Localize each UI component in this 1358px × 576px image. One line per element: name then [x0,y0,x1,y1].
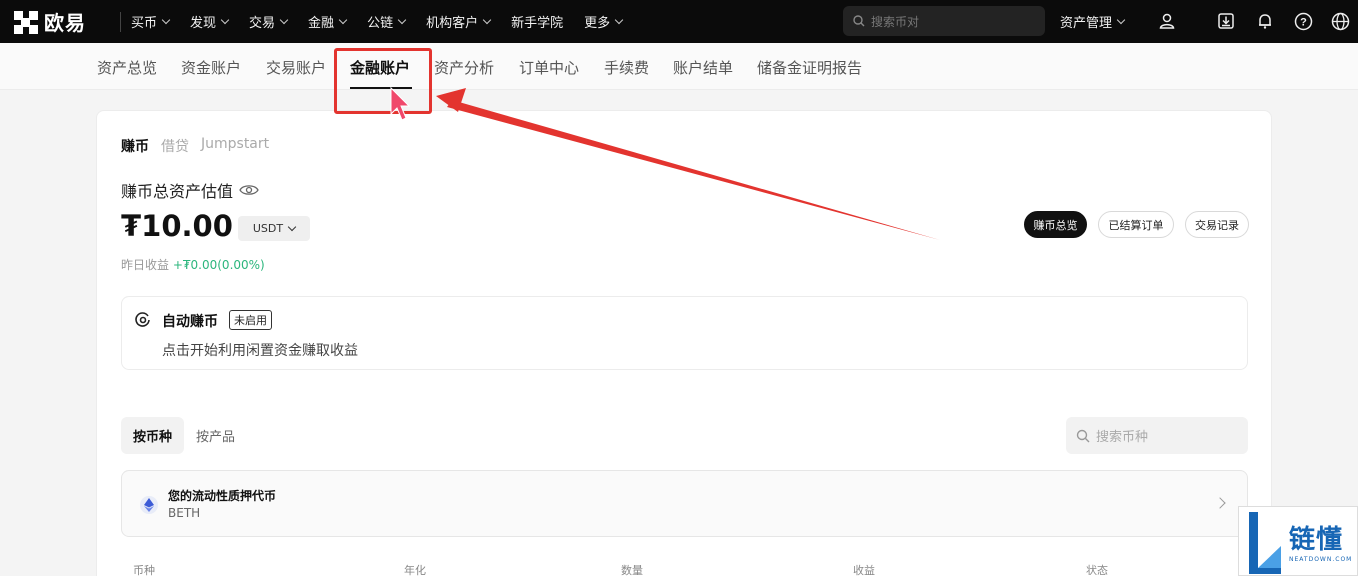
coin-search-input[interactable]: 搜索币种 [1066,417,1248,454]
tab-earn[interactable]: 赚币 [121,136,149,156]
svg-text:?: ? [1300,16,1307,28]
column-header-apr: 年化 [404,564,426,576]
column-header-amount: 数量 [621,564,643,576]
tab-loan[interactable]: 借贷 [161,136,189,156]
brand-logo[interactable]: 欧易 [14,7,106,36]
column-header-status: 状态 [1086,564,1108,576]
nav-academy[interactable]: 新手学院 [511,12,563,31]
nav-finance[interactable]: 金融 [308,12,348,31]
yesterday-earnings-value: +₮0.00(0.00%) [172,258,265,272]
liquid-staking-token-row[interactable] [121,470,1248,537]
tab-trading-account[interactable]: 交易账户 [266,57,326,78]
site-watermark: 链懂 NEATDOWN.COM [1238,506,1358,576]
tab-proof-of-reserves[interactable]: 储备金证明报告 [757,57,862,78]
auto-earn-icon [135,312,150,327]
total-assets-value: ₮10.00 [121,209,233,243]
eye-icon[interactable] [239,183,259,197]
watermark-logo-icon [1243,508,1283,574]
transaction-history-button[interactable]: 交易记录 [1185,211,1249,238]
column-header-coin: 币种 [133,564,155,576]
pair-search-input[interactable]: 搜索币对 [843,6,1045,36]
liquid-staking-token: BETH [168,506,201,520]
tab-fees[interactable]: 手续费 [604,57,649,78]
tab-account-statement[interactable]: 账户结单 [673,57,733,78]
tab-asset-analysis[interactable]: 资产分析 [434,57,494,78]
chevron-down-icon [161,15,171,25]
earn-product-tabs: 赚币 借贷 Jumpstart [121,136,281,156]
liquid-staking-title: 您的流动性质押代币 [168,489,277,503]
watermark-domain: NEATDOWN.COM [1289,556,1353,563]
watermark-text: 链懂 [1289,525,1344,555]
tab-by-coin[interactable]: 按币种 [121,417,185,454]
account-sub-navigation: 资产总览 资金账户 交易账户 金融账户 资产分析 订单中心 手续费 账户结单 储… [0,43,1358,90]
download-icon[interactable] [1216,11,1236,31]
search-icon [1076,429,1090,442]
nav-trade[interactable]: 交易 [249,12,289,31]
chevron-down-icon [614,15,624,25]
chevron-down-icon [220,15,230,25]
nav-discover[interactable]: 发现 [190,12,230,31]
user-icon[interactable] [1157,11,1177,31]
yesterday-earnings: 昨日收益 +₮0.00(0.00%) [121,258,265,272]
chevron-down-icon [338,15,348,25]
arrow-head [436,88,466,112]
coin-search-placeholder: 搜索币种 [1096,430,1149,445]
nav-institutional[interactable]: 机构客户 [426,12,492,31]
ethereum-icon [140,496,158,514]
bell-icon[interactable] [1255,11,1275,31]
chevron-down-icon [1116,15,1126,25]
currency-selector[interactable]: USDT [238,216,310,241]
tab-by-product[interactable]: 按产品 [184,417,247,454]
earn-overview-button[interactable]: 赚币总览 [1024,211,1087,238]
nav-divider [120,11,121,32]
tab-jumpstart[interactable]: Jumpstart [201,136,269,156]
search-placeholder: 搜索币对 [871,14,920,29]
annotation-highlight-box [334,48,432,114]
tab-asset-overview[interactable]: 资产总览 [97,57,157,78]
total-assets-label: 赚币总资产估值 [121,178,259,202]
asset-management-menu[interactable]: 资产管理 [1060,12,1126,31]
tab-funding-account[interactable]: 资金账户 [181,57,241,78]
nav-chain[interactable]: 公链 [367,12,407,31]
list-view-tabs: 按币种 按产品 [121,417,247,454]
settled-orders-button[interactable]: 已结算订单 [1098,211,1174,238]
chevron-down-icon [482,15,492,25]
globe-icon[interactable] [1330,11,1350,31]
chevron-down-icon [397,15,407,25]
help-icon[interactable]: ? [1293,11,1313,31]
search-icon [853,15,865,27]
tab-order-center[interactable]: 订单中心 [519,57,579,78]
auto-earn-description: 点击开始利用闲置资金赚取收益 [162,343,358,359]
auto-earn-status-badge: 未启用 [229,310,272,330]
column-header-earnings: 收益 [853,564,875,576]
main-nav: 买币 发现 交易 金融 公链 机构客户 新手学院 更多 [131,12,643,31]
nav-more[interactable]: 更多 [584,12,624,31]
chevron-down-icon [279,15,289,25]
chevron-down-icon [287,222,297,232]
brand-name: 欧易 [44,11,86,35]
auto-earn-title: 自动赚币 [162,314,218,330]
okx-logo-icon [14,10,38,34]
top-navigation-bar: 欧易 买币 发现 交易 金融 公链 机构客户 新手学院 更多 搜索币对 资产管理… [0,0,1358,43]
nav-buy-crypto[interactable]: 买币 [131,12,171,31]
